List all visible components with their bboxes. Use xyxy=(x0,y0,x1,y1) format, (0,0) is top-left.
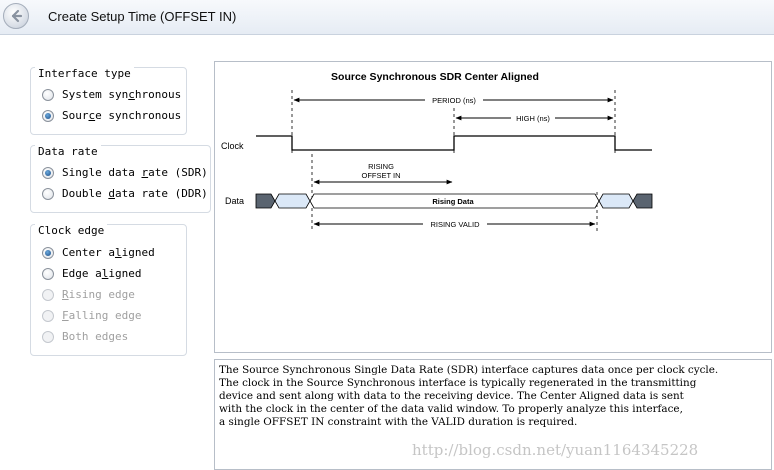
clock-edge-group: Clock edge Center aligned Edge aligned Ris… xyxy=(30,224,187,356)
interface-type-option-label: System synchronous xyxy=(62,88,181,102)
access-key: d xyxy=(108,187,115,200)
data-invalid-left xyxy=(255,193,276,209)
data-signal-label: Data xyxy=(225,196,244,206)
clock-edge-option-label: Rising edge xyxy=(62,288,135,302)
label-text: ata rate (DDR) xyxy=(114,187,208,200)
description-line: The clock in the Source Synchronous inte… xyxy=(219,377,697,389)
description-line: with the clock in the center of the data… xyxy=(219,403,683,415)
label-text: Sour xyxy=(62,109,89,122)
radio-button-icon[interactable] xyxy=(42,89,54,101)
radio-button-icon xyxy=(42,310,54,322)
period-label: PERIOD (ns) xyxy=(432,96,476,105)
diagram-title: Source Synchronous SDR Center Aligned xyxy=(331,71,539,83)
label-text: hronous xyxy=(134,88,182,101)
data-invalid-right xyxy=(632,193,653,209)
data-transition-left xyxy=(274,193,311,209)
access-key: c xyxy=(128,88,135,101)
interface-type-option-label: Source synchronous xyxy=(62,109,181,123)
access-key: F xyxy=(62,309,69,322)
label-text: Double xyxy=(62,187,109,200)
high-label: HIGH (ns) xyxy=(516,114,550,123)
label-text: Both edges xyxy=(62,330,129,343)
watermark-text: http://blog.csdn.net/yuan1164345228 xyxy=(412,441,699,459)
label-text: igned xyxy=(108,267,142,280)
data-rate-option-label: Double data rate (DDR) xyxy=(62,187,208,201)
clock-edge-legend: Clock edge xyxy=(35,224,108,238)
label-text: Single data xyxy=(62,166,142,179)
clock-edge-option-label: Center aligned xyxy=(62,246,155,260)
rising-offset-label-2: OFFSET IN xyxy=(361,171,400,180)
description-line: The Source Synchronous Single Data Rate … xyxy=(219,364,719,376)
data-rate-legend: Data rate xyxy=(35,145,101,159)
data-rate-option-label: Single data rate (SDR) xyxy=(62,166,208,180)
label-text: ising edge xyxy=(68,288,135,301)
label-text: System syn xyxy=(62,88,129,101)
radio-button-icon[interactable] xyxy=(42,247,54,259)
radio-button-icon[interactable] xyxy=(42,110,54,122)
interface-type-group: Interface type System synchronous Source … xyxy=(30,67,187,135)
label-text: e synchronous xyxy=(95,109,182,122)
label-text: Edge a xyxy=(62,267,102,280)
clock-signal-label: Clock xyxy=(221,141,244,151)
label-text: alling edge xyxy=(68,309,142,322)
clock-edge-option-label: Edge aligned xyxy=(62,267,142,281)
radio-button-icon xyxy=(42,331,54,343)
interface-type-legend: Interface type xyxy=(35,67,134,81)
label-text: ate (SDR) xyxy=(148,166,208,179)
label-text: igned xyxy=(121,246,155,259)
data-rate-group: Data rate Single data rate (SDR) Double d… xyxy=(30,145,211,213)
timing-diagram: Source Synchronous SDR Center Aligned PE… xyxy=(221,71,653,232)
access-key: R xyxy=(62,288,69,301)
access-key: l xyxy=(114,246,122,259)
radio-button-icon[interactable] xyxy=(42,268,54,280)
title-bar: Create Setup Time (OFFSET IN) xyxy=(0,0,774,35)
description-line: a single OFFSET IN constraint with the V… xyxy=(219,416,578,428)
radio-button-icon xyxy=(42,289,54,301)
rising-valid-label: RISING VALID xyxy=(430,220,480,229)
radio-button-icon[interactable] xyxy=(42,167,54,179)
rising-offset-label-1: RISING xyxy=(368,162,394,171)
back-button[interactable] xyxy=(3,3,29,29)
data-transition-right xyxy=(598,193,634,209)
window-title: Create Setup Time (OFFSET IN) xyxy=(48,9,237,24)
clock-edge-option-label: Both edges xyxy=(62,330,128,344)
clock-waveform xyxy=(256,135,652,151)
description-line: device and sent along with data to the r… xyxy=(219,390,684,402)
radio-button-icon[interactable] xyxy=(42,188,54,200)
clock-edge-option-label: Falling edge xyxy=(62,309,141,323)
back-arrow-icon xyxy=(11,9,23,23)
label-text: Center a xyxy=(62,246,115,259)
timing-diagram-panel: Source Synchronous SDR Center Aligned PE… xyxy=(214,61,772,353)
rising-data-label: Rising Data xyxy=(432,197,474,206)
